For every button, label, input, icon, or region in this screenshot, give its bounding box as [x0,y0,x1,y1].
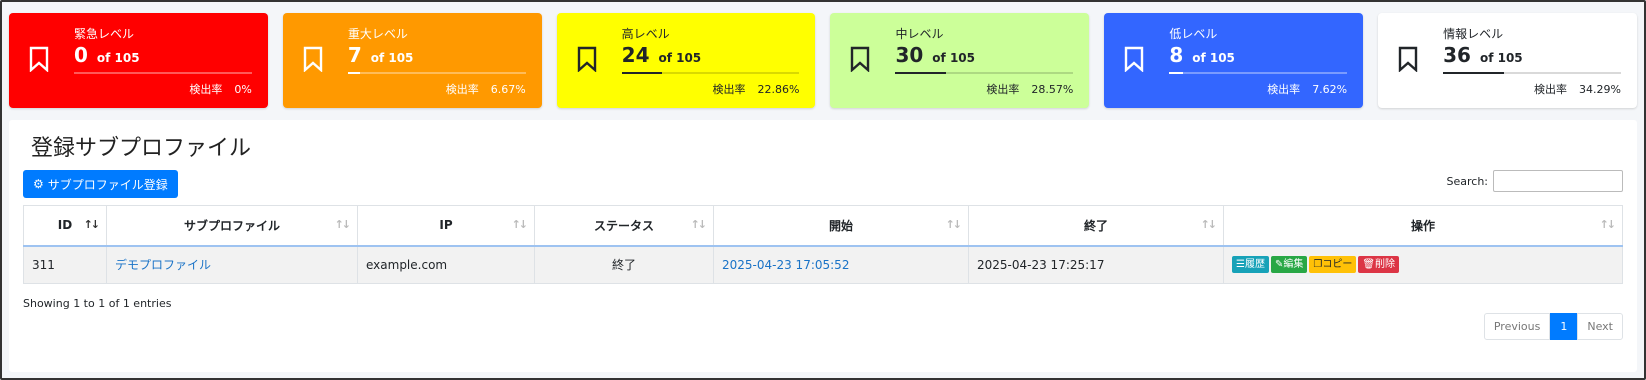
card-medium: 中レベル 30 of 105 検出率 28.57% [830,13,1090,108]
card-rate: 検出率 22.86% [712,83,800,96]
card-critical: 緊急レベル 0 of 105 検出率 0% [9,13,268,108]
page-title: 登録サブプロファイル [31,136,252,161]
card-level-name: 重大レベル [347,27,408,41]
card-rate: 検出率 7.62% [1267,83,1348,96]
card-progress-fill [1169,72,1183,74]
search-input[interactable] [1493,170,1623,192]
card-progress-track [895,72,1074,74]
card-progress-track [621,72,800,74]
card-progress-fill [1443,72,1505,74]
card-count: 0 of 105 [74,43,140,67]
card-count: 8 of 105 [1169,43,1235,67]
column-header-start[interactable]: 開始 ↑↓ [713,205,969,247]
subprofile-panel: 登録サブプロファイル ⚙ サブプロファイル登録 Search: ID ↑↓ サブプ… [9,120,1637,372]
pagination: Previous 1 Next [1483,313,1623,340]
sort-icon: ↑↓ [1599,218,1617,231]
copy-button[interactable]: ❐コピー [1309,256,1357,274]
card-progress-fill [895,72,947,74]
history-button[interactable]: ☰履歴 [1232,256,1269,274]
page-1-button[interactable]: 1 [1550,313,1578,340]
card-rate: 検出率 28.57% [986,83,1074,96]
gears-icon: ⚙ [33,177,44,191]
card-info: 情報レベル 36 of 105 検出率 34.29% [1378,13,1637,108]
card-rate: 検出率 34.29% [1534,83,1621,96]
card-progress-track [347,72,526,74]
column-header-end[interactable]: 終了 ↑↓ [968,205,1224,247]
card-progress-track [1169,72,1348,74]
level-summary-cards: 緊急レベル 0 of 105 検出率 0% 重大レベル 7 of 105 検出率 6… [9,13,1637,108]
card-progress-track [74,72,252,74]
card-progress-fill [621,72,663,74]
subprofile-table: ID ↑↓ サブプロファイル ↑↓ IP ↑↓ ステータス ↑↓ 開始 ↑↓ 終了 ↑↓ 操… [23,205,1623,284]
cell-id: 311 [23,245,107,284]
bookmark-icon [851,46,870,72]
column-header-subprofile[interactable]: サブプロファイル ↑↓ [106,205,358,247]
column-header-ip[interactable]: IP ↑↓ [357,205,535,247]
card-count: 36 of 105 [1443,43,1523,67]
card-level-name: 情報レベル [1443,27,1504,41]
entries-info: Showing 1 to 1 of 1 entries [23,297,172,310]
card-rate: 検出率 6.67% [445,83,526,96]
edit-button[interactable]: ✎編集 [1270,256,1308,274]
search-area: Search: [1446,170,1623,192]
bookmark-icon [1398,46,1418,72]
cell-subprofile: デモプロファイル [106,245,358,284]
table-row: 311 デモプロファイル example.com 終了 2025-04-23 1… [23,245,1623,284]
bookmark-icon [303,46,323,72]
subprofile-link[interactable]: デモプロファイル [115,258,211,272]
card-serious: 重大レベル 7 of 105 検出率 6.67% [282,13,542,108]
card-level-name: 緊急レベル [74,27,135,41]
sort-icon: ↑↓ [511,218,529,231]
sort-icon: ↑↓ [945,218,963,231]
delete-button[interactable]: 🗑削除 [1358,256,1400,274]
add-subprofile-button[interactable]: ⚙ サブプロファイル登録 [23,170,178,198]
list-icon: ☰ [1236,259,1245,271]
previous-page-button[interactable]: Previous [1483,313,1551,340]
bookmark-icon [577,46,596,72]
card-level-name: 低レベル [1169,27,1218,41]
sort-icon: ↑↓ [334,218,352,231]
card-rate: 検出率 0% [189,83,252,96]
cell-end: 2025-04-23 17:25:17 [968,245,1224,284]
card-progress-track [1443,72,1621,74]
card-count: 24 of 105 [621,43,702,67]
table-header-row: ID ↑↓ サブプロファイル ↑↓ IP ↑↓ ステータス ↑↓ 開始 ↑↓ 終了 ↑↓ 操… [23,205,1623,247]
cell-status: 終了 [534,245,714,284]
copy-icon: ❐ [1313,259,1323,271]
column-header-id[interactable]: ID ↑↓ [23,205,107,247]
sort-icon: ↑↓ [690,218,708,231]
bookmark-icon [29,46,49,72]
next-page-button[interactable]: Next [1577,313,1623,340]
add-subprofile-label: サブプロファイル登録 [47,177,168,192]
card-progress-fill [347,72,360,74]
column-header-status[interactable]: ステータス ↑↓ [534,205,714,247]
cell-start: 2025-04-23 17:05:52 [713,245,969,284]
column-header-actions[interactable]: 操作 ↑↓ [1223,205,1623,247]
card-level-name: 高レベル [621,27,670,41]
card-low: 低レベル 8 of 105 検出率 7.62% [1104,13,1364,108]
card-level-name: 中レベル [895,27,944,41]
search-label: Search: [1446,174,1489,188]
trash-icon: 🗑 [1362,259,1376,271]
card-count: 30 of 105 [895,43,975,67]
sort-icon: ↑↓ [1200,218,1218,231]
card-high: 高レベル 24 of 105 検出率 22.86% [556,13,816,108]
start-time-link[interactable]: 2025-04-23 17:05:52 [722,258,849,272]
sort-icon: ↑↓ [83,218,101,231]
cell-actions: ☰履歴 ✎編集 ❐コピー 🗑削除 [1223,245,1623,284]
bookmark-icon [1125,46,1144,72]
card-count: 7 of 105 [347,43,414,67]
cell-ip: example.com [357,245,535,284]
